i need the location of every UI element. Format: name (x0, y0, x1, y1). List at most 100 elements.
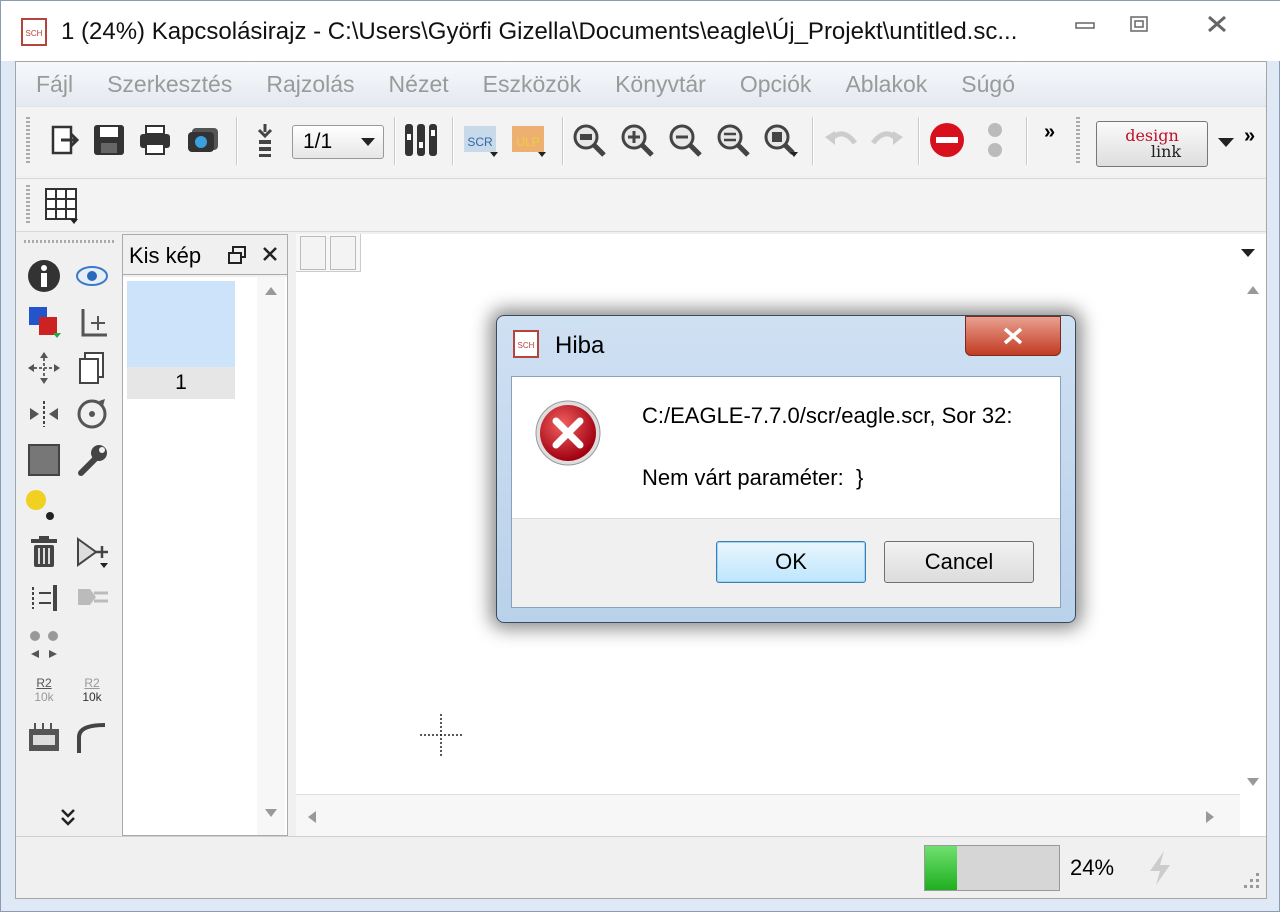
maximize-icon (1130, 16, 1148, 32)
info-tool[interactable] (24, 256, 64, 296)
thumbnail-scrollbar[interactable] (257, 277, 285, 835)
sheet-select-value: 1/1 (303, 130, 333, 153)
menu-bar: Fájl Szerkesztés Rajzolás Nézet Eszközök… (16, 62, 1266, 106)
close-icon (1208, 15, 1226, 33)
trash-icon (31, 536, 57, 567)
undock-icon[interactable] (227, 245, 247, 265)
mark-tool[interactable] (72, 302, 112, 342)
dialog-app-icon: SCH (513, 330, 539, 363)
designlink-button[interactable]: design link (1096, 121, 1208, 167)
paste-icon (26, 490, 54, 520)
param-toolbar-button[interactable] (300, 236, 326, 270)
zoom-fit-icon (573, 124, 606, 157)
miter-tool[interactable] (72, 718, 112, 758)
rotate-tool[interactable] (72, 394, 112, 434)
minimize-icon (1075, 22, 1095, 29)
close-icon[interactable] (261, 245, 279, 263)
menu-help[interactable]: Súgó (961, 71, 1015, 98)
save-button[interactable] (90, 121, 128, 159)
canvas-horizontal-scrollbar[interactable] (296, 794, 1240, 836)
info-icon (28, 260, 60, 292)
cam-processor-button[interactable] (184, 121, 222, 159)
zoom-out-button[interactable] (666, 121, 704, 159)
gateswap-tool[interactable] (72, 578, 112, 618)
scroll-down-icon (265, 809, 277, 817)
layer-settings-button[interactable] (402, 121, 440, 159)
zoom-fit-button[interactable] (570, 121, 608, 159)
delete-tool[interactable] (24, 532, 64, 572)
cancel-button[interactable]: Cancel (884, 541, 1034, 583)
move-tool[interactable] (24, 348, 64, 388)
mirror-tool[interactable] (24, 394, 64, 434)
toolbar-separator (562, 117, 564, 165)
maximize-button[interactable] (1119, 7, 1159, 41)
name-tool[interactable]: R2 10k (24, 670, 64, 710)
menu-view[interactable]: Nézet (389, 71, 449, 98)
grid-button[interactable] (44, 187, 80, 230)
run-ulp-button[interactable]: ULP (510, 121, 548, 159)
zoom-redraw-button[interactable] (714, 121, 752, 159)
minimize-button[interactable] (1065, 7, 1105, 41)
sheet-thumbnail[interactable] (127, 281, 235, 367)
go-button[interactable] (976, 121, 1014, 159)
open-button[interactable] (46, 121, 84, 159)
designlink-dropdown[interactable] (1218, 135, 1234, 153)
menu-edit[interactable]: Szerkesztés (107, 71, 232, 98)
resize-grip-icon[interactable] (1240, 869, 1262, 891)
menu-tools[interactable]: Eszközök (483, 71, 581, 98)
more-tools-button[interactable] (60, 808, 76, 833)
move-icon (28, 352, 60, 384)
toolbar-separator (1026, 117, 1028, 165)
split-tool[interactable] (24, 624, 64, 664)
chevron-down-icon (361, 138, 375, 146)
copy-tool[interactable] (72, 348, 112, 388)
change-tool[interactable] (72, 440, 112, 480)
name-tool-value: 10k (34, 690, 54, 704)
sheet-select[interactable]: 1/1 (292, 125, 384, 159)
ok-button[interactable]: OK (716, 541, 866, 583)
group-tool[interactable] (24, 440, 64, 480)
show-tool[interactable] (72, 256, 112, 296)
save-icon (94, 125, 124, 155)
pinswap-tool[interactable] (24, 578, 64, 618)
title-bar[interactable]: SCH 1 (24%) Kapcsolásirajz - C:\Users\Gy… (1, 1, 1280, 61)
menu-draw[interactable]: Rajzolás (266, 71, 354, 98)
print-button[interactable] (136, 121, 174, 159)
toolbar-grip[interactable] (26, 185, 30, 225)
undo-button[interactable] (822, 121, 860, 159)
gateswap-icon (78, 589, 108, 605)
sheet-thumbnail-label[interactable]: 1 (127, 367, 235, 399)
add-part-icon (77, 537, 108, 568)
menu-options[interactable]: Opciók (740, 71, 812, 98)
toolbar-grip[interactable] (24, 240, 116, 243)
toolbar-separator (918, 117, 920, 165)
paste-tool[interactable] (24, 486, 64, 526)
param-toolbar-button[interactable] (330, 236, 356, 270)
redo-button[interactable] (868, 121, 906, 159)
designlink-logo-bottom: link (1150, 142, 1182, 161)
toolbar-overflow-2[interactable]: » (1244, 125, 1255, 148)
value-tool[interactable]: R2 10k (72, 670, 112, 710)
lightning-icon[interactable] (1146, 849, 1174, 887)
command-line-input[interactable] (360, 234, 1266, 272)
close-window-button[interactable] (1187, 7, 1247, 41)
toolbar-overflow[interactable]: » (1044, 121, 1055, 144)
dialog-title: Hiba (555, 332, 605, 359)
menu-window[interactable]: Ablakok (845, 71, 927, 98)
dialog-close-button[interactable] (965, 316, 1061, 356)
zoom-in-button[interactable] (618, 121, 656, 159)
sheet-button[interactable] (246, 121, 284, 159)
toolbar-grip[interactable] (1076, 117, 1080, 165)
toolbar-grip[interactable] (26, 117, 30, 165)
scroll-left-icon (308, 811, 316, 823)
ulp-icon: ULP (512, 126, 546, 157)
stop-button[interactable] (928, 121, 966, 159)
zoom-select-button[interactable] (762, 121, 800, 159)
run-script-button[interactable]: SCR (462, 121, 500, 159)
canvas-vertical-scrollbar[interactable] (1240, 274, 1266, 794)
menu-library[interactable]: Könyvtár (615, 71, 706, 98)
smash-tool[interactable] (24, 718, 64, 758)
menu-file[interactable]: Fájl (36, 71, 73, 98)
display-layers-tool[interactable] (24, 302, 64, 342)
add-part-tool[interactable] (72, 532, 112, 572)
